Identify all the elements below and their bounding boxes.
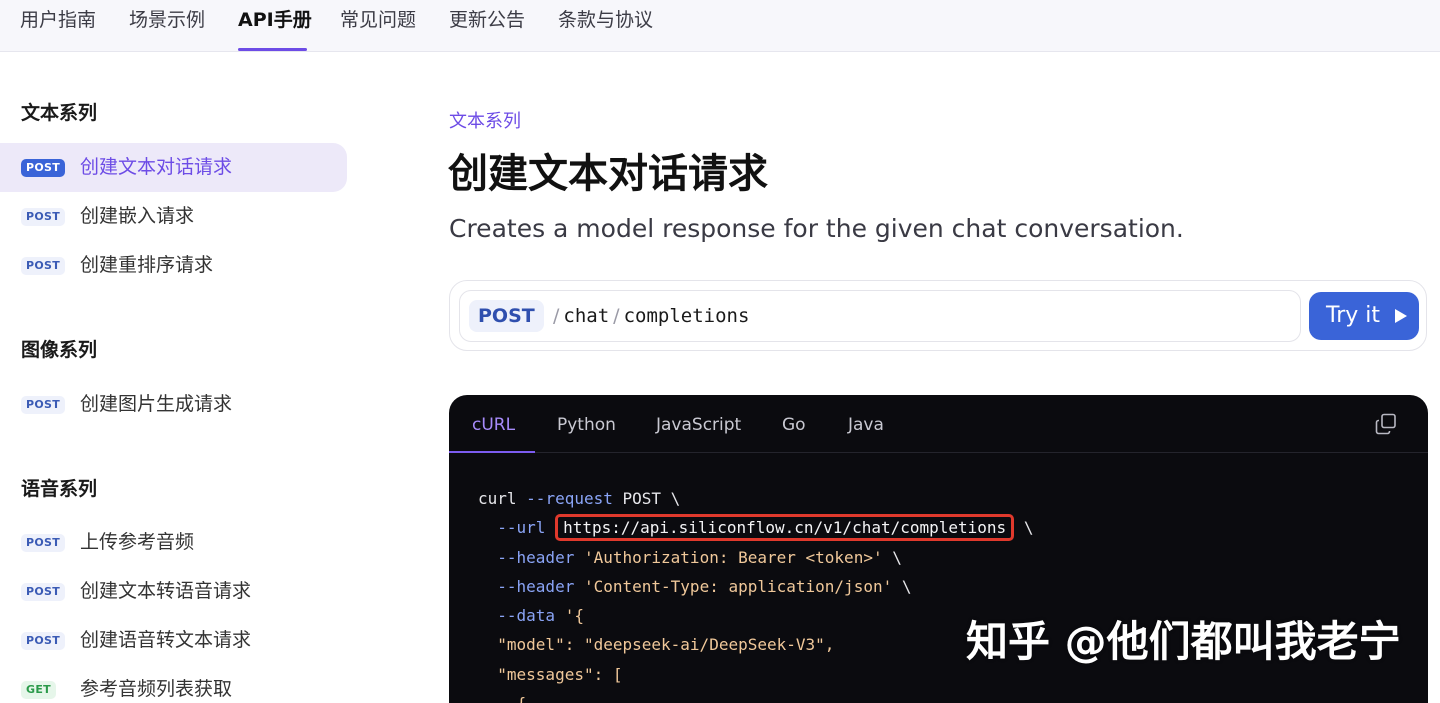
play-icon (1395, 309, 1407, 323)
method-badge: POST (21, 534, 66, 552)
tab-active-indicator (449, 451, 535, 453)
nav-faq[interactable]: 常见问题 (340, 6, 416, 34)
tab-javascript[interactable]: JavaScript (656, 413, 741, 437)
nav-changelog[interactable]: 更新公告 (449, 6, 525, 34)
sidebar-item-voice-list[interactable]: GET 参考音频列表获取 (0, 665, 347, 703)
sidebar-group-title: 语音系列 (21, 478, 98, 500)
code-line: --data '{ (497, 606, 584, 626)
sidebar-item-rerank[interactable]: POST 创建重排序请求 (0, 241, 347, 290)
nav-terms[interactable]: 条款与协议 (558, 6, 653, 34)
path-separator: / (553, 305, 560, 327)
section-eyebrow: 文本系列 (449, 111, 521, 132)
tab-python[interactable]: Python (557, 413, 616, 437)
sidebar-item-chat-completions[interactable]: POST 创建文本对话请求 (0, 143, 347, 192)
code-line: --header 'Content-Type: application/json… (497, 576, 912, 596)
sidebar-group-title: 文本系列 (21, 102, 98, 124)
nav-api-manual[interactable]: API手册 (238, 6, 312, 34)
highlighted-url: https://api.siliconflow.cn/v1/chat/compl… (555, 514, 1015, 542)
sidebar-item-label: 创建重排序请求 (80, 254, 214, 276)
method-badge: POST (21, 583, 66, 601)
sidebar-item-speech-to-text[interactable]: POST 创建语音转文本请求 (0, 616, 347, 665)
nav-scenarios[interactable]: 场景示例 (129, 6, 205, 34)
code-line: --url https://api.siliconflow.cn/v1/chat… (478, 514, 1033, 542)
method-badge: POST (21, 208, 66, 226)
try-it-button[interactable]: Try it (1309, 292, 1419, 340)
path-separator: / (613, 305, 620, 327)
sidebar-item-text-to-speech[interactable]: POST 创建文本转语音请求 (0, 567, 347, 616)
path-segment: completions (623, 305, 750, 327)
sidebar-item-label: 参考音频列表获取 (80, 678, 233, 700)
sidebar-item-image-generation[interactable]: POST 创建图片生成请求 (0, 380, 347, 429)
path-segment: chat (563, 305, 610, 327)
copy-icon[interactable] (1375, 413, 1397, 435)
sidebar-item-label: 创建文本对话请求 (80, 156, 233, 178)
endpoint-bar: POST / chat / completions Try it (449, 280, 1427, 351)
code-line: --header 'Authorization: Bearer <token>'… (497, 547, 902, 567)
page-subtitle: Creates a model response for the given c… (449, 214, 1184, 243)
code-block: curl --request POST \ --url https://api.… (478, 484, 1033, 703)
method-badge: POST (21, 257, 66, 275)
nav-active-indicator (238, 48, 307, 51)
sidebar-item-label: 创建图片生成请求 (80, 393, 233, 415)
sidebar-item-embeddings[interactable]: POST 创建嵌入请求 (0, 192, 347, 241)
method-badge: POST (21, 396, 66, 414)
sidebar-group-title: 图像系列 (21, 339, 98, 361)
method-badge: POST (21, 632, 66, 650)
sidebar-item-upload-voice[interactable]: POST 上传参考音频 (0, 518, 347, 567)
code-line: curl --request POST \ (478, 489, 681, 508)
nav-user-guide[interactable]: 用户指南 (20, 6, 96, 34)
endpoint-path: / chat / completions (549, 303, 749, 329)
method-badge: POST (21, 159, 66, 177)
code-language-tabs: cURL Python JavaScript Go Java (449, 395, 1428, 453)
code-line: "model": "deepseek-ai/DeepSeek-V3", (497, 635, 835, 655)
sidebar-item-label: 创建文本转语音请求 (80, 580, 252, 602)
code-line: { (478, 694, 527, 703)
method-badge: POST (469, 300, 544, 332)
endpoint-path-field: POST / chat / completions (459, 290, 1301, 342)
method-badge: GET (21, 681, 56, 699)
code-line: "messages": [ (497, 664, 623, 684)
tab-go[interactable]: Go (782, 413, 806, 437)
watermark: 知乎 @他们都叫我老宁 (966, 617, 1401, 666)
sidebar-item-label: 上传参考音频 (80, 531, 195, 553)
page-title: 创建文本对话请求 (448, 151, 768, 197)
tab-java[interactable]: Java (848, 413, 884, 437)
try-it-label: Try it (1326, 303, 1381, 328)
sidebar-item-label: 创建嵌入请求 (80, 205, 195, 227)
sidebar-item-label: 创建语音转文本请求 (80, 629, 252, 651)
tab-curl[interactable]: cURL (472, 413, 515, 437)
top-nav: 用户指南 场景示例 API手册 常见问题 更新公告 条款与协议 (0, 0, 1440, 52)
